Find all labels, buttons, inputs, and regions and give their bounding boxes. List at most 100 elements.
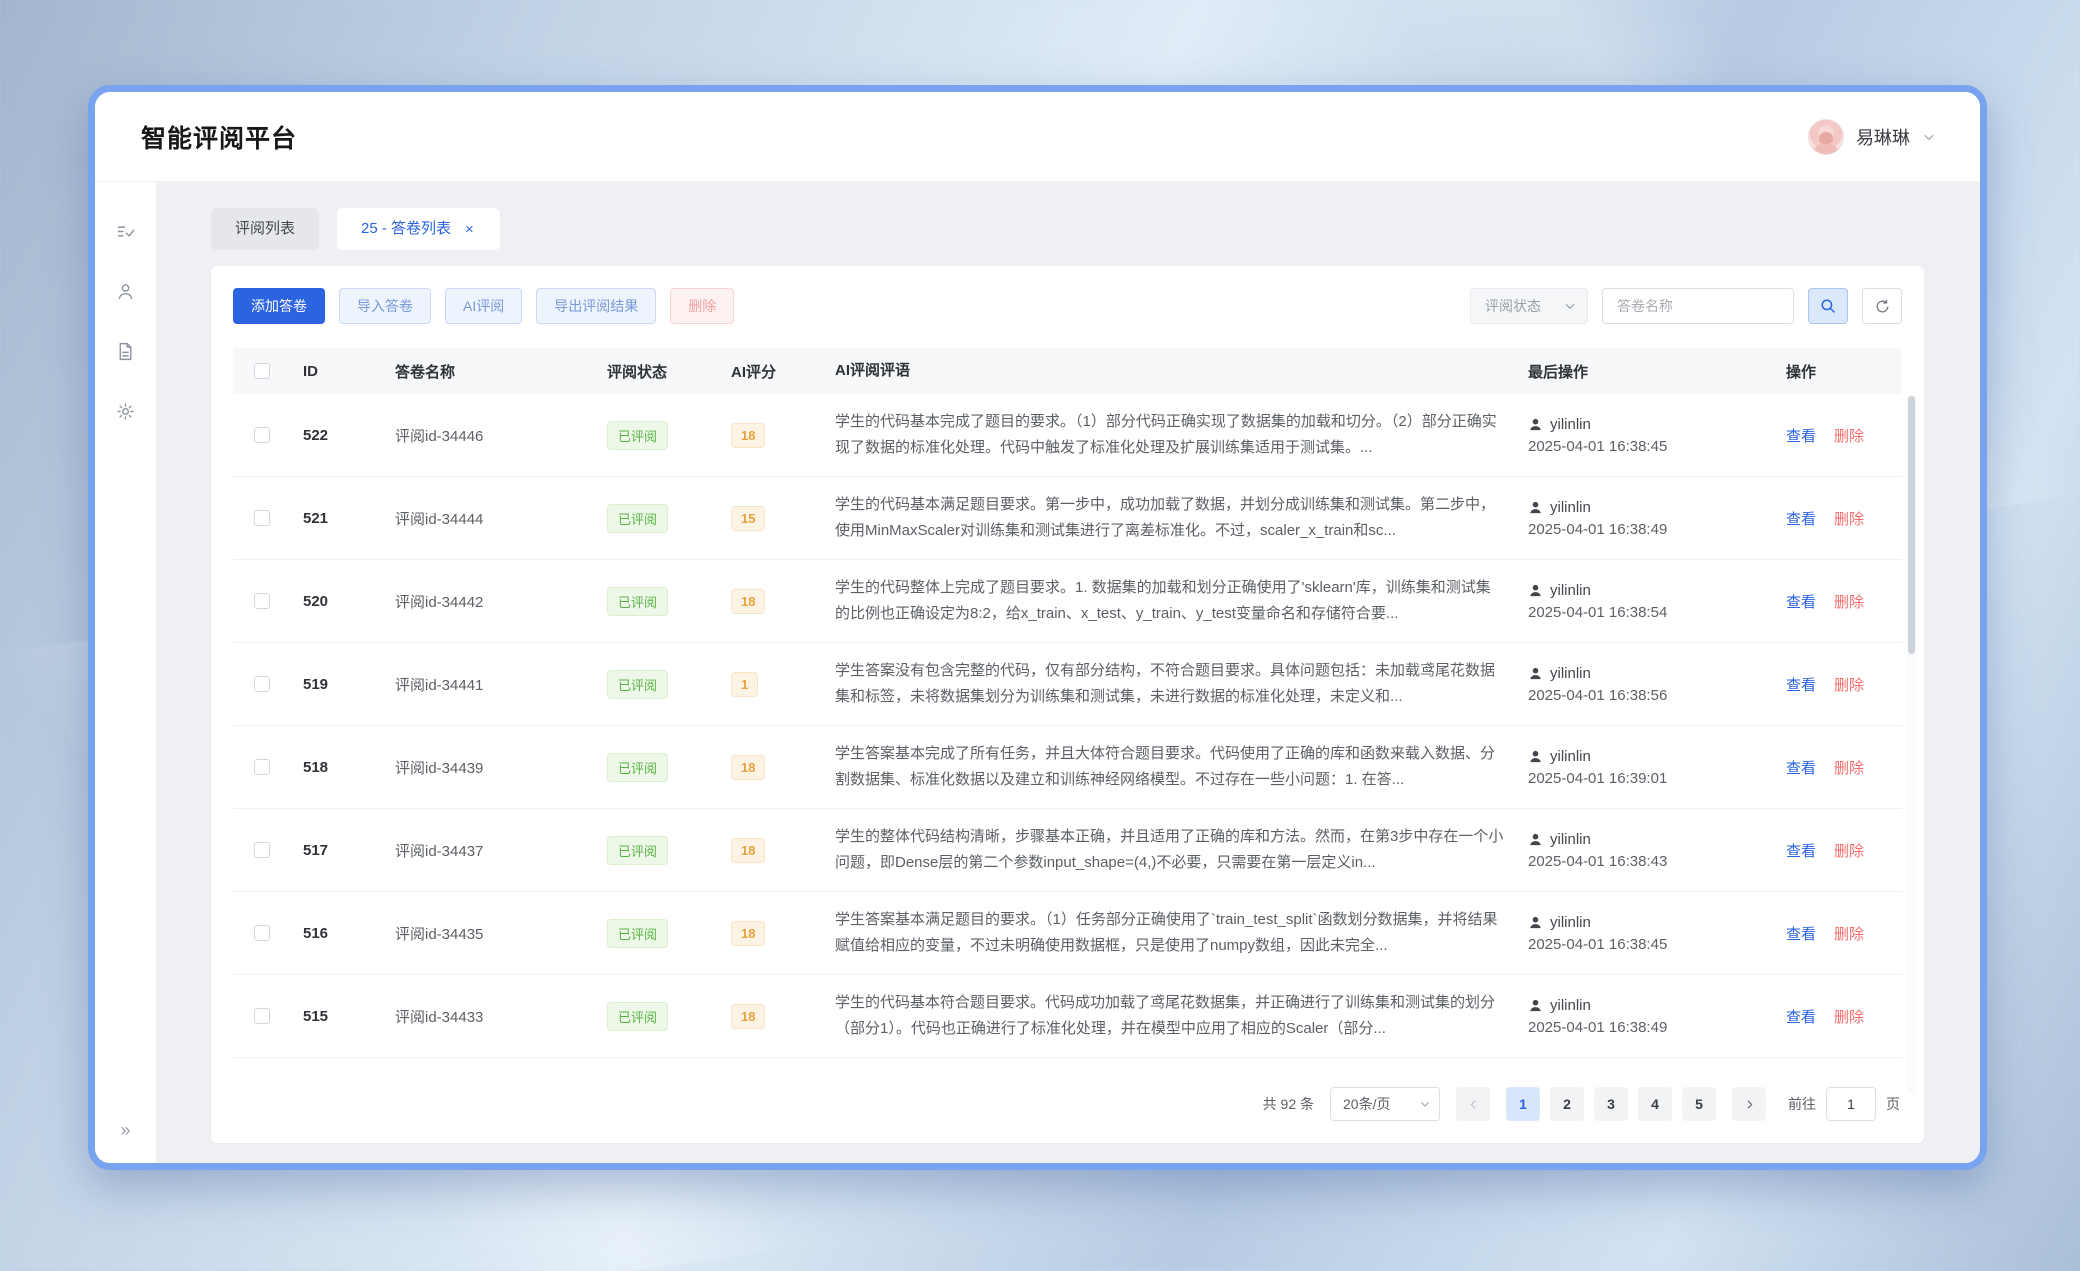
sidebar-item-review-list[interactable] (113, 218, 139, 244)
content-card: 添加答卷 导入答卷 AI评阅 导出评阅结果 删除 评阅状态 (211, 266, 1924, 1143)
view-link[interactable]: 查看 (1786, 674, 1816, 695)
goto-page-input[interactable] (1826, 1087, 1876, 1121)
delete-link[interactable]: 删除 (1834, 923, 1864, 944)
refresh-button[interactable] (1862, 288, 1902, 324)
row-time: 2025-04-01 16:38:45 (1528, 936, 1762, 953)
delete-link[interactable]: 删除 (1834, 425, 1864, 446)
row-checkbox[interactable] (254, 510, 270, 526)
user-name: 易琳琳 (1856, 124, 1910, 150)
delete-link[interactable]: 删除 (1834, 757, 1864, 778)
delete-link[interactable]: 删除 (1834, 840, 1864, 861)
sidebar-item-users[interactable] (113, 278, 139, 304)
pagination: 共 92 条 20条/页 1 2 3 4 5 (233, 1069, 1902, 1131)
row-last-op: yilinlin 2025-04-01 16:38:49 (1516, 499, 1774, 538)
ai-review-button[interactable]: AI评阅 (445, 288, 522, 324)
row-actions: 查看 删除 (1774, 1006, 1902, 1027)
row-checkbox[interactable] (254, 676, 270, 692)
row-checkbox[interactable] (254, 593, 270, 609)
table-body: 522 评阅id-34446 已评阅 18 学生的代码基本完成了题目的要求。（1… (233, 394, 1902, 1058)
row-last-op: yilinlin 2025-04-01 16:38:45 (1516, 416, 1774, 455)
row-time: 2025-04-01 16:38:49 (1528, 521, 1762, 538)
user-menu[interactable]: 易琳琳 (1808, 119, 1936, 155)
tab-review-list[interactable]: 评阅列表 (211, 208, 319, 250)
row-operator: yilinlin (1550, 914, 1591, 931)
chevron-right-icon (1743, 1098, 1756, 1111)
row-checkbox[interactable] (254, 1008, 270, 1024)
sidebar-item-settings[interactable] (113, 398, 139, 424)
header-status: 评阅状态 (595, 361, 719, 382)
answer-name-input[interactable] (1602, 288, 1794, 324)
status-badge: 已评阅 (607, 670, 668, 699)
table-row: 515 评阅id-34433 已评阅 18 学生的代码基本符合题目要求。代码成功… (233, 975, 1902, 1058)
row-checkbox[interactable] (254, 427, 270, 443)
export-results-button[interactable]: 导出评阅结果 (536, 288, 656, 324)
row-actions: 查看 删除 (1774, 508, 1902, 529)
row-name: 评阅id-34446 (383, 425, 595, 446)
page-size-select[interactable]: 20条/页 (1330, 1087, 1440, 1121)
goto-suffix: 页 (1886, 1094, 1900, 1114)
search-button[interactable] (1808, 288, 1848, 324)
select-all-checkbox[interactable] (254, 363, 270, 379)
user-icon (1528, 417, 1543, 432)
view-link[interactable]: 查看 (1786, 840, 1816, 861)
row-checkbox[interactable] (254, 759, 270, 775)
delete-link[interactable]: 删除 (1834, 508, 1864, 529)
toolbar: 添加答卷 导入答卷 AI评阅 导出评阅结果 删除 评阅状态 (233, 288, 1902, 324)
score-badge: 18 (731, 921, 765, 946)
user-icon (115, 281, 136, 302)
close-icon[interactable]: × (463, 220, 476, 239)
sidebar-collapse-button[interactable]: » (95, 1120, 156, 1141)
delete-link[interactable]: 删除 (1834, 591, 1864, 612)
row-actions: 查看 删除 (1774, 674, 1902, 695)
page-numbers: 1 2 3 4 5 (1506, 1087, 1716, 1121)
row-time: 2025-04-01 16:38:56 (1528, 687, 1762, 704)
chevron-down-icon (1419, 1098, 1431, 1110)
avatar[interactable] (1808, 119, 1844, 155)
table-row: 522 评阅id-34446 已评阅 18 学生的代码基本完成了题目的要求。（1… (233, 394, 1902, 477)
page-button-5[interactable]: 5 (1682, 1087, 1716, 1121)
import-answer-button[interactable]: 导入答卷 (339, 288, 431, 324)
user-icon (1528, 832, 1543, 847)
view-link[interactable]: 查看 (1786, 1006, 1816, 1027)
view-link[interactable]: 查看 (1786, 508, 1816, 529)
add-answer-button[interactable]: 添加答卷 (233, 288, 325, 324)
row-actions: 查看 删除 (1774, 923, 1902, 944)
delete-link[interactable]: 删除 (1834, 674, 1864, 695)
row-time: 2025-04-01 16:38:54 (1528, 604, 1762, 621)
view-link[interactable]: 查看 (1786, 923, 1816, 944)
review-status-select[interactable]: 评阅状态 (1470, 288, 1588, 324)
row-comment: 学生的代码基本符合题目要求。代码成功加载了鸢尾花数据集，并正确进行了训练集和测试… (823, 990, 1516, 1042)
page-button-3[interactable]: 3 (1594, 1087, 1628, 1121)
tab-answer-sheet-list[interactable]: 25 - 答卷列表 × (337, 208, 500, 250)
sidebar-item-documents[interactable] (113, 338, 139, 364)
scrollbar-thumb[interactable] (1908, 396, 1915, 654)
user-icon (1528, 998, 1543, 1013)
row-time: 2025-04-01 16:38:43 (1528, 853, 1762, 870)
score-badge: 18 (731, 423, 765, 448)
row-id: 517 (291, 842, 383, 859)
delete-link[interactable]: 删除 (1834, 1006, 1864, 1027)
page-button-2[interactable]: 2 (1550, 1087, 1584, 1121)
view-link[interactable]: 查看 (1786, 591, 1816, 612)
view-link[interactable]: 查看 (1786, 757, 1816, 778)
goto-label: 前往 (1788, 1094, 1816, 1114)
vertical-scrollbar[interactable] (1907, 394, 1916, 1092)
score-badge: 18 (731, 1004, 765, 1029)
prev-page-button[interactable] (1456, 1087, 1490, 1121)
table-row: 519 评阅id-34441 已评阅 1 学生答案没有包含完整的代码，仅有部分结… (233, 643, 1902, 726)
row-time: 2025-04-01 16:39:01 (1528, 770, 1762, 787)
row-checkbox[interactable] (254, 842, 270, 858)
page-button-1[interactable]: 1 (1506, 1087, 1540, 1121)
settings-icon (115, 401, 136, 422)
row-time: 2025-04-01 16:38:45 (1528, 438, 1762, 455)
delete-button[interactable]: 删除 (670, 288, 734, 324)
view-link[interactable]: 查看 (1786, 425, 1816, 446)
status-badge: 已评阅 (607, 753, 668, 782)
next-page-button[interactable] (1732, 1087, 1766, 1121)
row-checkbox[interactable] (254, 925, 270, 941)
header-comment: AI评阅评语 (823, 348, 1516, 394)
tab-bar: 评阅列表 25 - 答卷列表 × (211, 208, 1924, 250)
row-comment: 学生答案没有包含完整的代码，仅有部分结构，不符合题目要求。具体问题包括：未加载鸢… (823, 658, 1516, 710)
page-button-4[interactable]: 4 (1638, 1087, 1672, 1121)
app-window: 智能评阅平台 易琳琳 (88, 85, 1987, 1170)
